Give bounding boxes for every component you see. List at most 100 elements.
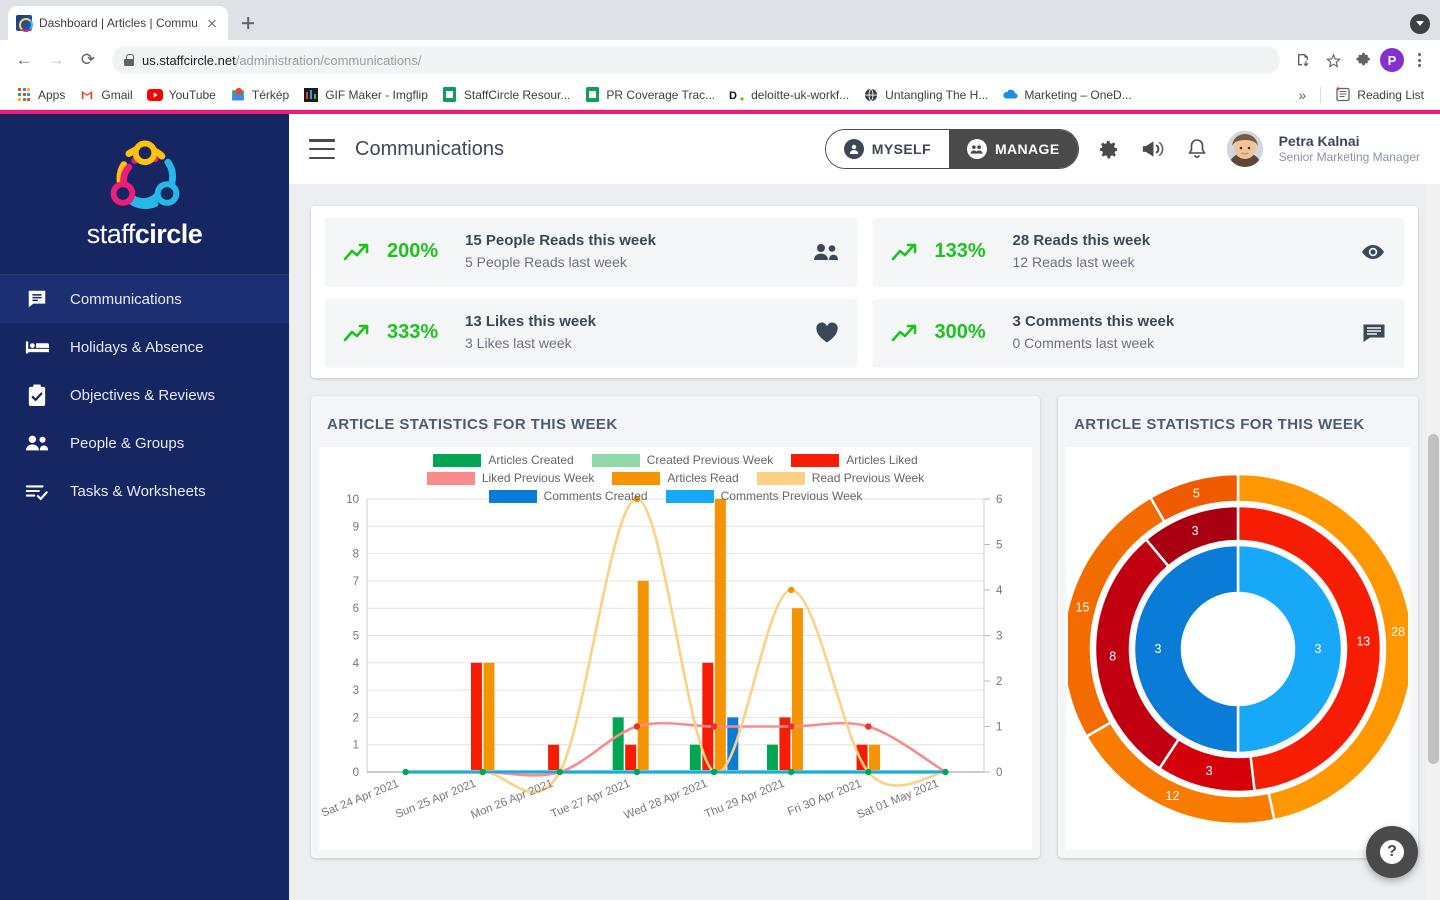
sidebar-item-label: People & Groups bbox=[70, 434, 185, 452]
bookmark-youtube[interactable]: YouTube bbox=[141, 84, 222, 106]
scrollbar-thumb[interactable] bbox=[1428, 434, 1439, 764]
svg-text:3: 3 bbox=[1155, 642, 1162, 656]
stat-sub-label: 12 Reads last week bbox=[1012, 253, 1135, 270]
bookmark-star-icon[interactable] bbox=[1320, 47, 1346, 73]
legend-swatch bbox=[591, 453, 640, 467]
sidebar-item-objectives-reviews[interactable]: Objectives & Reviews bbox=[0, 371, 289, 419]
chevron-down-icon[interactable] bbox=[1410, 14, 1430, 34]
stat-percent: 333% bbox=[387, 321, 439, 343]
sidebar-item-tasks-worksheets[interactable]: Tasks & Worksheets bbox=[0, 467, 289, 515]
legend-item[interactable]: Created Previous Week bbox=[591, 453, 773, 467]
legend-item[interactable]: Articles Liked bbox=[791, 453, 918, 467]
stat-text: 13 Likes this week 3 Likes last week bbox=[465, 311, 596, 354]
reading-list-button[interactable]: Reading List bbox=[1329, 84, 1430, 106]
svg-text:Tue 27 Apr 2021: Tue 27 Apr 2021 bbox=[549, 778, 632, 821]
legend-item[interactable]: Read Previous Week bbox=[756, 471, 924, 485]
window-controls[interactable] bbox=[1410, 14, 1430, 34]
stat-percent: 133% bbox=[934, 240, 986, 262]
bookmarks-overflow-button[interactable]: » bbox=[1292, 87, 1312, 103]
legend-item[interactable]: Articles Read bbox=[612, 471, 739, 485]
profile-avatar-button[interactable]: P bbox=[1380, 48, 1404, 72]
legend-item[interactable]: Comments Created bbox=[488, 489, 648, 503]
legend-item[interactable]: Comments Previous Week bbox=[665, 489, 863, 503]
app-header: Communications MYSELF MANAGE Petra Kalna… bbox=[289, 114, 1440, 184]
bookmark-untangling[interactable]: Untangling The H... bbox=[857, 84, 994, 106]
legend-swatch bbox=[791, 453, 840, 467]
stat-card-reads[interactable]: 133% 28 Reads this week 12 Reads last we… bbox=[872, 218, 1404, 285]
browser-menu-button[interactable] bbox=[1408, 53, 1430, 67]
stat-sub-label: 5 People Reads last week bbox=[465, 253, 627, 270]
bookmark-apps[interactable]: Apps bbox=[10, 84, 71, 106]
megaphone-icon[interactable] bbox=[1139, 135, 1167, 163]
bell-icon[interactable] bbox=[1183, 135, 1211, 163]
svg-text:Wed 28 Apr 2021: Wed 28 Apr 2021 bbox=[622, 778, 709, 822]
bookmark-terkep[interactable]: Térkép bbox=[224, 84, 295, 106]
deloitte-icon: D bbox=[729, 87, 745, 103]
header-actions: MYSELF MANAGE Petra Kalnai Senior Market… bbox=[824, 129, 1420, 169]
svg-text:4: 4 bbox=[996, 585, 1003, 597]
url-text: us.staffcircle.net/administration/commun… bbox=[142, 53, 421, 68]
svg-text:7: 7 bbox=[353, 576, 359, 588]
main-content: 200% 15 People Reads this week 5 People … bbox=[289, 184, 1440, 900]
sunburst-chart[interactable]: 4 3 3 13 3 8 3 28 12 15 5 bbox=[1066, 447, 1410, 850]
bookmark-staffcircle-resources[interactable]: StaffCircle Resour... bbox=[436, 84, 577, 106]
legend-swatch bbox=[612, 471, 661, 485]
svg-text:12: 12 bbox=[1166, 789, 1180, 803]
svg-text:5: 5 bbox=[996, 540, 1002, 552]
stat-card-comments[interactable]: 300% 3 Comments this week 0 Comments las… bbox=[872, 299, 1404, 366]
question-mark-icon: ? bbox=[1380, 840, 1404, 864]
staffcircle-logo-icon bbox=[110, 140, 179, 209]
imgflip-icon bbox=[303, 87, 319, 103]
stat-card-people-reads[interactable]: 200% 15 People Reads this week 5 People … bbox=[325, 218, 857, 285]
application-viewport: staffcircle Communications Holidays & Ab… bbox=[0, 110, 1440, 900]
bookmark-pr-coverage[interactable]: PR Coverage Trac... bbox=[578, 84, 721, 106]
browser-tab[interactable]: Dashboard | Articles | Commun bbox=[8, 6, 228, 40]
content-scrollbar[interactable] bbox=[1426, 184, 1440, 900]
bookmark-deloitte[interactable]: D deloitte-uk-workf... bbox=[723, 84, 855, 106]
svg-text:3: 3 bbox=[1206, 764, 1213, 778]
user-info[interactable]: Petra Kalnai Senior Marketing Manager bbox=[1279, 132, 1420, 166]
extensions-icon[interactable] bbox=[1350, 47, 1376, 73]
menu-toggle-button[interactable] bbox=[309, 139, 335, 159]
combo-chart[interactable]: Articles Created Created Previous Week A… bbox=[319, 447, 1032, 850]
onedrive-icon bbox=[1002, 87, 1018, 103]
legend-label: Liked Previous Week bbox=[481, 471, 595, 485]
stat-card-likes[interactable]: 333% 13 Likes this week 3 Likes last wee… bbox=[325, 299, 857, 366]
tab-myself[interactable]: MYSELF bbox=[825, 130, 949, 168]
reload-button[interactable]: ⟳ bbox=[74, 46, 102, 74]
bookmark-gif-maker[interactable]: GIF Maker - Imgflip bbox=[297, 84, 434, 106]
user-name: Petra Kalnai bbox=[1278, 133, 1360, 150]
svg-text:Sun 25 Apr 2021: Sun 25 Apr 2021 bbox=[394, 778, 478, 821]
bookmark-label: YouTube bbox=[168, 87, 216, 102]
stat-sub-label: 0 Comments last week bbox=[1012, 334, 1155, 351]
app-logo[interactable]: staffcircle bbox=[0, 110, 289, 275]
svg-text:9: 9 bbox=[353, 521, 359, 533]
forward-button[interactable]: → bbox=[42, 46, 70, 74]
bookmark-gmail[interactable]: Gmail bbox=[73, 84, 138, 106]
legend-item[interactable]: Liked Previous Week bbox=[426, 471, 595, 485]
bookmark-marketing-onedrive[interactable]: Marketing – OneD... bbox=[996, 84, 1137, 106]
close-icon[interactable] bbox=[204, 15, 220, 31]
download-icon[interactable] bbox=[1290, 47, 1316, 73]
gear-icon[interactable] bbox=[1095, 135, 1123, 163]
legend-label: Comments Previous Week bbox=[720, 489, 863, 503]
svg-text:3: 3 bbox=[353, 685, 359, 697]
stat-main-label: 3 Comments this week bbox=[1012, 312, 1175, 330]
charts-row: ARTICLE STATISTICS FOR THIS WEEK Article… bbox=[311, 396, 1418, 858]
tab-manage[interactable]: MANAGE bbox=[948, 130, 1078, 168]
new-tab-button[interactable] bbox=[234, 9, 262, 37]
svg-text:0: 0 bbox=[353, 767, 359, 779]
chat-bubble-icon bbox=[24, 286, 50, 312]
help-button[interactable]: ? bbox=[1366, 826, 1418, 878]
avatar[interactable] bbox=[1226, 131, 1263, 167]
panel-title: ARTICLE STATISTICS FOR THIS WEEK bbox=[327, 416, 618, 433]
sidebar-item-holidays-absence[interactable]: Holidays & Absence bbox=[0, 323, 289, 371]
bookmark-label: PR Coverage Trac... bbox=[606, 87, 716, 102]
address-bar[interactable]: us.staffcircle.net/administration/commun… bbox=[112, 46, 1280, 74]
sidebar-item-label: Tasks & Worksheets bbox=[70, 482, 206, 500]
sidebar-item-people-groups[interactable]: People & Groups bbox=[0, 419, 289, 467]
tab-strip: Dashboard | Articles | Commun bbox=[0, 0, 1440, 40]
back-button[interactable]: ← bbox=[10, 46, 38, 74]
sidebar-item-communications[interactable]: Communications bbox=[0, 275, 289, 323]
legend-item[interactable]: Articles Created bbox=[433, 453, 574, 467]
